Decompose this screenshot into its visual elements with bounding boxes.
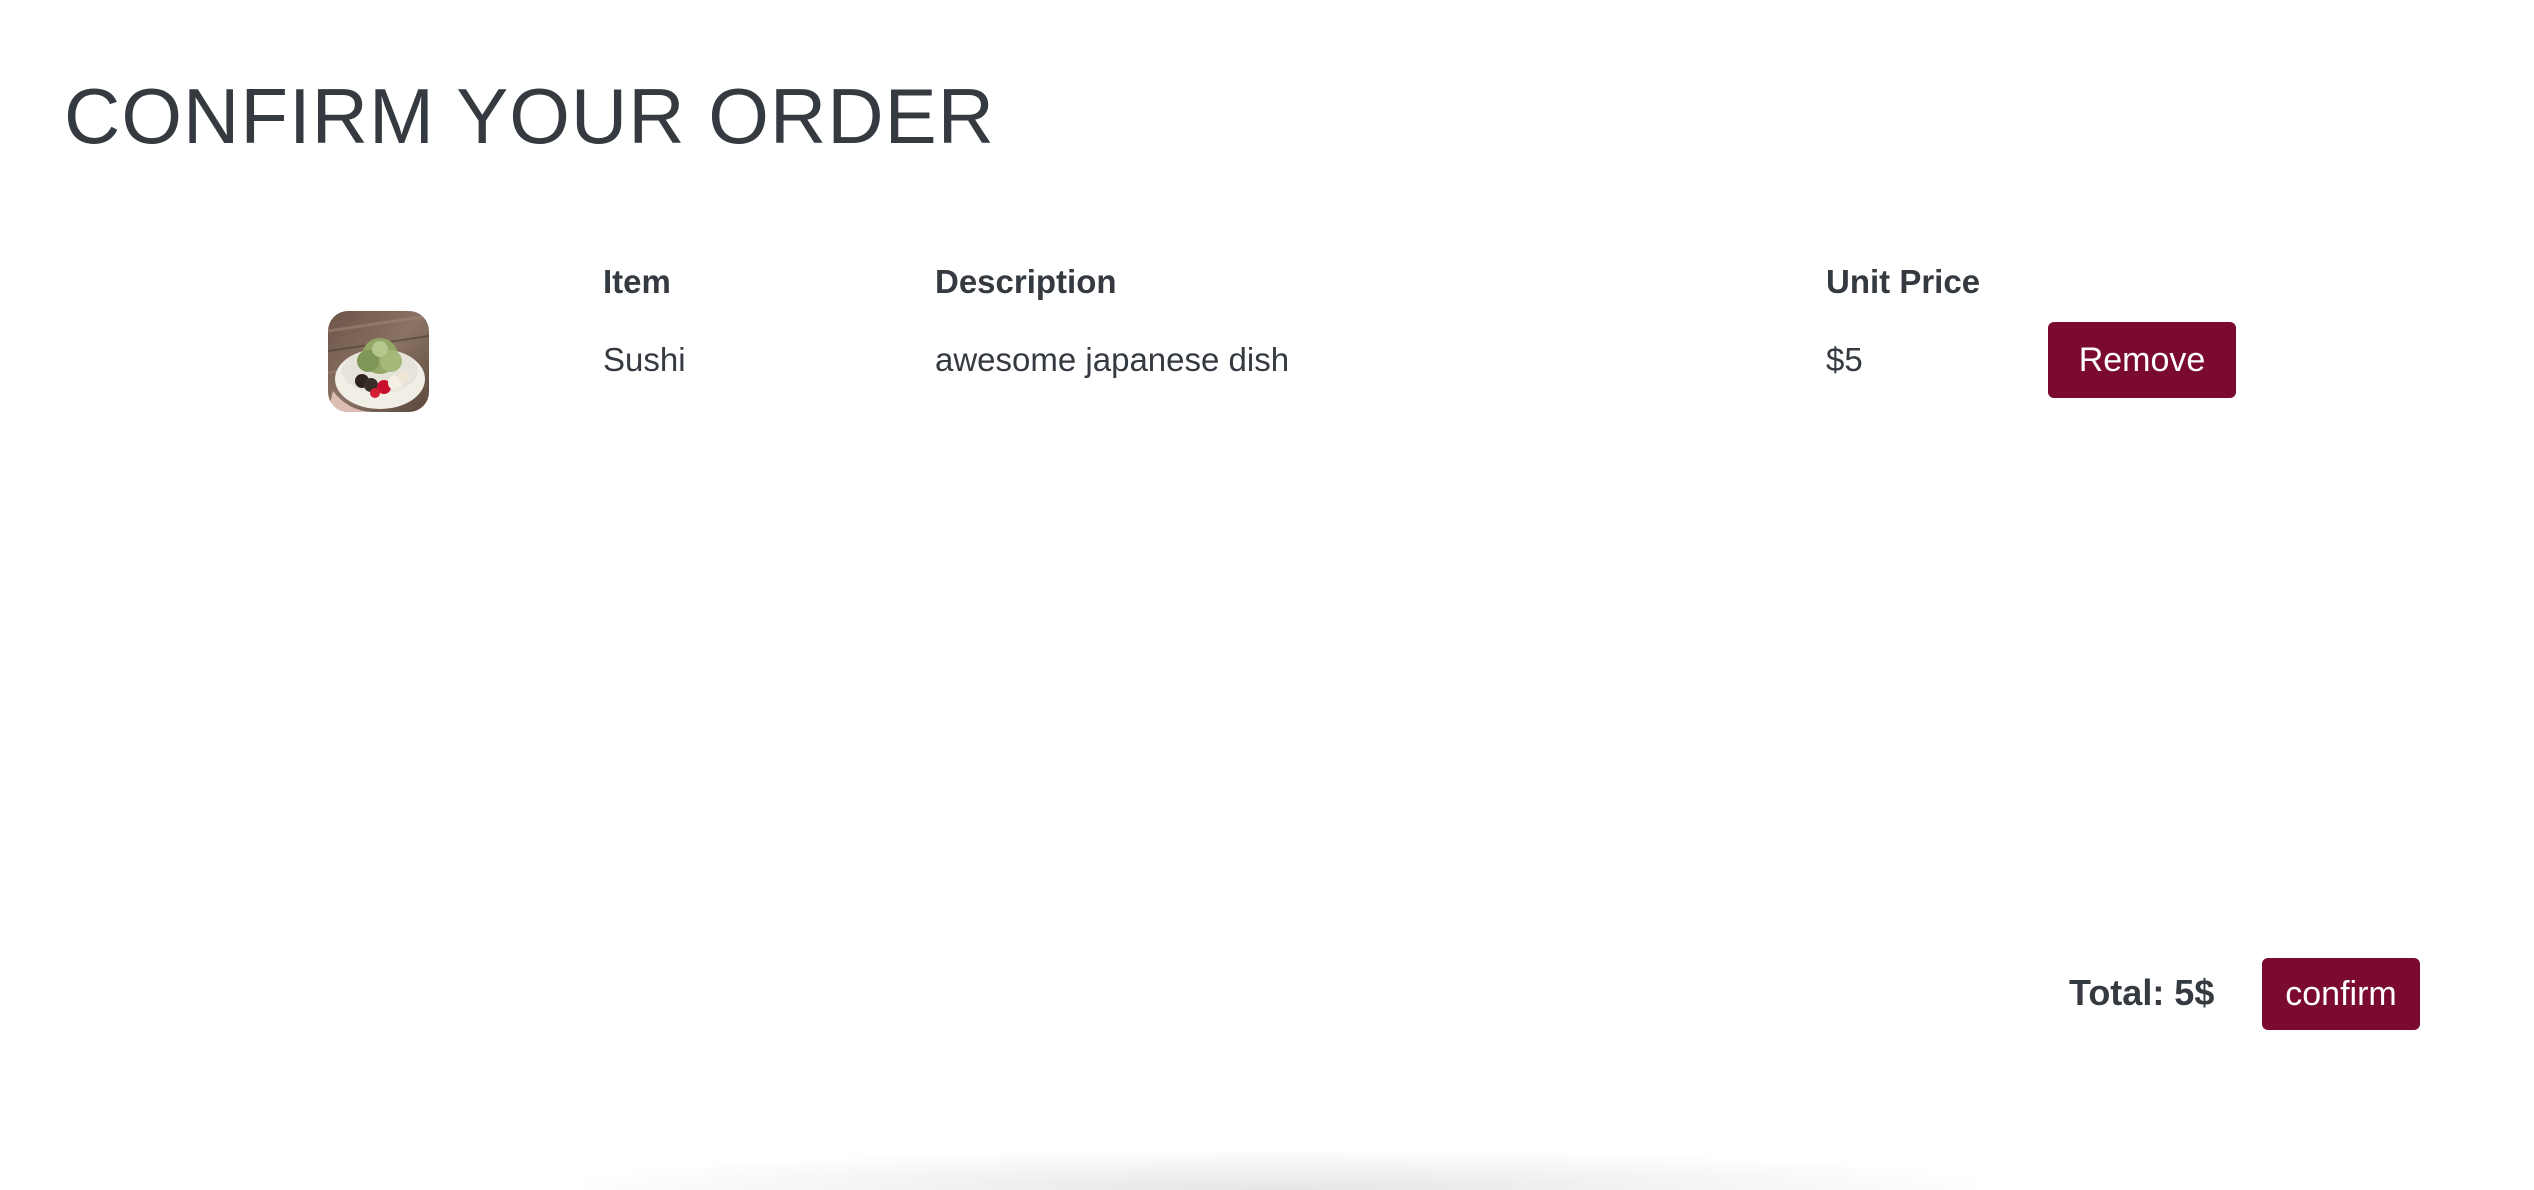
page-title: CONFIRM YOUR ORDER [64,72,995,160]
header-item: Item [603,263,671,300]
header-unit-price: Unit Price [1826,263,1981,300]
food-bowl-image [328,311,429,412]
bottom-shadow [580,1150,1980,1190]
cell-item: Sushi [603,341,686,378]
header-description: Description [935,263,1117,300]
order-total: Total: 5$ [2069,972,2215,1013]
cell-description: awesome japanese dish [935,341,1290,378]
confirm-button[interactable]: confirm [2262,958,2420,1030]
cell-unit-price: $5 [1826,341,1863,378]
order-table: Item Description Unit Price Sushi awesom… [0,255,2534,455]
remove-button[interactable]: Remove [2048,322,2236,398]
